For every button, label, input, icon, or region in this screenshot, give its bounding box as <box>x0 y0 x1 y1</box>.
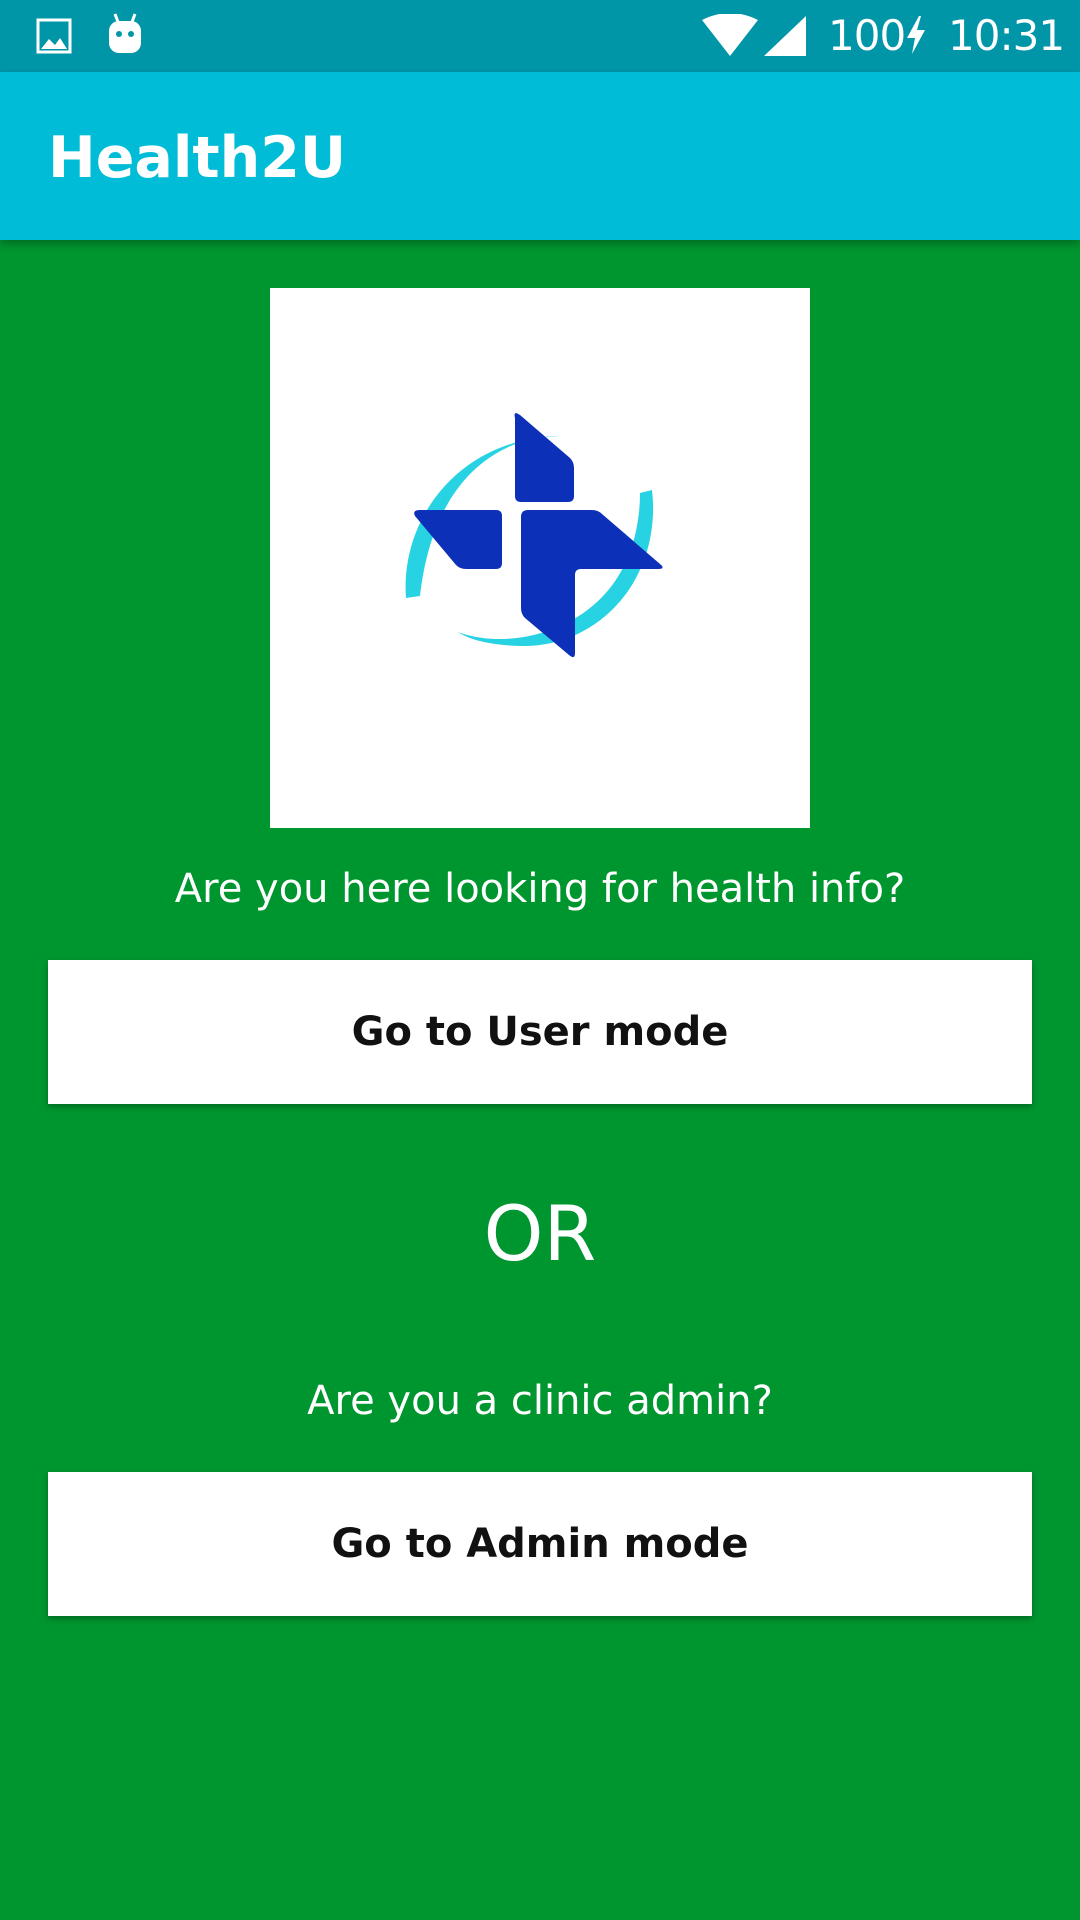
health-cross-logo-icon <box>405 413 663 658</box>
battery-level: 100 <box>828 11 906 60</box>
app-title: Health2U <box>48 125 347 191</box>
charging-bolt-icon <box>907 16 925 54</box>
wifi-icon <box>702 14 758 56</box>
admin-prompt: Are you a clinic admin? <box>307 1378 773 1424</box>
logo-image <box>270 288 810 828</box>
signal-icon <box>764 16 806 56</box>
or-divider-text: OR <box>483 1189 597 1278</box>
gallery-icon <box>36 18 72 54</box>
go-to-user-mode-button[interactable]: Go to User mode <box>48 960 1032 1104</box>
status-bar: 100 10:31 <box>0 0 1080 72</box>
user-prompt: Are you here looking for health info? <box>174 866 906 912</box>
app-bar: Health2U <box>0 72 1080 240</box>
screen: 100 10:31 Health2U Are you here looking … <box>0 0 1080 1920</box>
go-to-admin-mode-button[interactable]: Go to Admin mode <box>48 1472 1032 1616</box>
android-icon <box>109 13 141 53</box>
clock: 10:31 <box>948 11 1065 60</box>
